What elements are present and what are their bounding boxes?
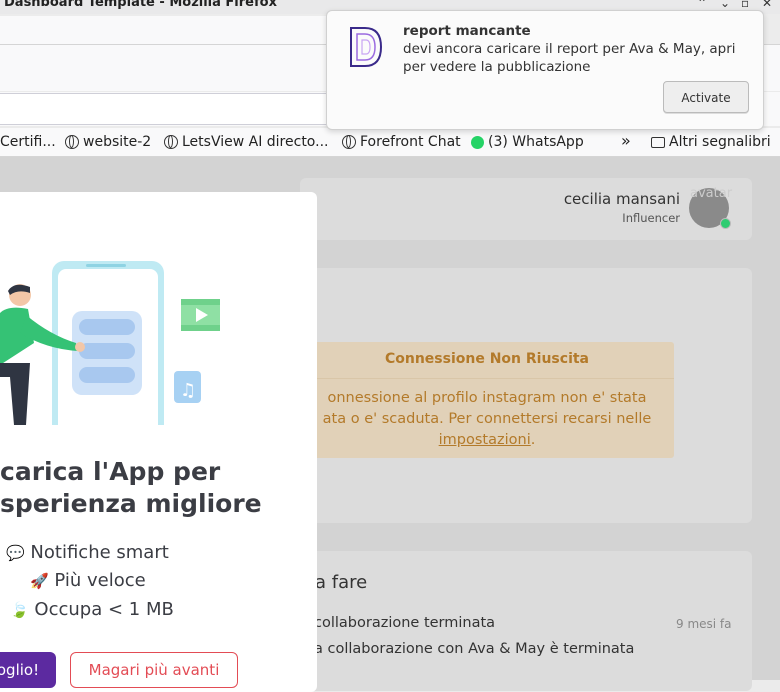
feature-speed: 🚀 Più veloce bbox=[30, 570, 146, 591]
window-title: Dashboard Template - Mozilla Firefox bbox=[4, 0, 277, 10]
speech-bubble-icon: 💬 bbox=[6, 544, 25, 562]
bookmark-forefront[interactable]: Forefront Chat bbox=[342, 134, 461, 150]
alert-body: onnessione al profilo instagram non e' s… bbox=[322, 390, 652, 448]
bookmark-certifi[interactable]: Certifi... bbox=[0, 134, 56, 150]
app-logo-icon bbox=[350, 27, 383, 67]
url-input[interactable] bbox=[0, 93, 338, 125]
bookmark-website-2[interactable]: website-2 bbox=[65, 134, 151, 150]
rocket-icon: 🚀 bbox=[30, 572, 49, 590]
bookmarks-overflow-button[interactable]: » bbox=[621, 131, 631, 150]
todo-item-time: 9 mesi fa bbox=[676, 617, 732, 631]
globe-icon bbox=[65, 135, 79, 149]
alert-title: Connessione Non Riuscita bbox=[384, 351, 590, 367]
whatsapp-icon bbox=[471, 135, 484, 149]
feature-size: 🍃 Occupa < 1 MB bbox=[10, 599, 174, 620]
feature-notifications: 💬 Notifiche smart bbox=[6, 542, 169, 563]
app-illustration: ♫ bbox=[0, 261, 220, 425]
bookmark-letsview[interactable]: LetsView AI directo... bbox=[164, 134, 328, 150]
bookmark-whatsapp[interactable]: (3) WhatsApp bbox=[471, 134, 584, 150]
settings-link[interactable]: impostazioni bbox=[439, 432, 531, 448]
folder-icon bbox=[651, 136, 665, 148]
maybe-later-button[interactable]: Magari più avanti bbox=[70, 652, 238, 688]
todo-item-description: a collaborazione con Ava & May è termina… bbox=[314, 641, 635, 657]
globe-icon bbox=[342, 135, 356, 149]
maximize-icon[interactable]: ▫ bbox=[741, 0, 749, 10]
avatar-alt-text: avatar bbox=[690, 186, 733, 201]
bookmarks-bar: Certifi... website-2 LetsView AI directo… bbox=[0, 128, 780, 157]
bookmark-other-folder[interactable]: Altri segnalibri bbox=[651, 134, 771, 150]
header-card bbox=[300, 178, 752, 240]
notification-body: devi ancora caricare il report per Ava &… bbox=[403, 41, 736, 75]
leaf-icon: 🍃 bbox=[10, 601, 29, 619]
user-role: Influencer bbox=[622, 211, 680, 225]
minimize-icon[interactable]: ⌄ bbox=[720, 0, 730, 10]
close-icon[interactable]: ✕ bbox=[762, 0, 772, 10]
todo-title: la fare bbox=[310, 572, 368, 593]
tab-active[interactable] bbox=[0, 16, 330, 44]
online-status-dot bbox=[720, 218, 731, 229]
modal-title: carica l'App per sperienza migliore bbox=[0, 457, 262, 518]
notification-activate-button[interactable]: Activate bbox=[663, 81, 749, 113]
chevron-up-icon[interactable]: ⌃ bbox=[697, 0, 707, 10]
notification-title: report mancante bbox=[403, 23, 531, 39]
todo-item-title[interactable]: collaborazione terminata bbox=[314, 615, 495, 631]
svg-text:♫: ♫ bbox=[180, 380, 196, 401]
globe-icon bbox=[164, 135, 178, 149]
download-app-button[interactable]: oglio! bbox=[0, 652, 56, 688]
user-name: cecilia mansani bbox=[563, 190, 680, 208]
